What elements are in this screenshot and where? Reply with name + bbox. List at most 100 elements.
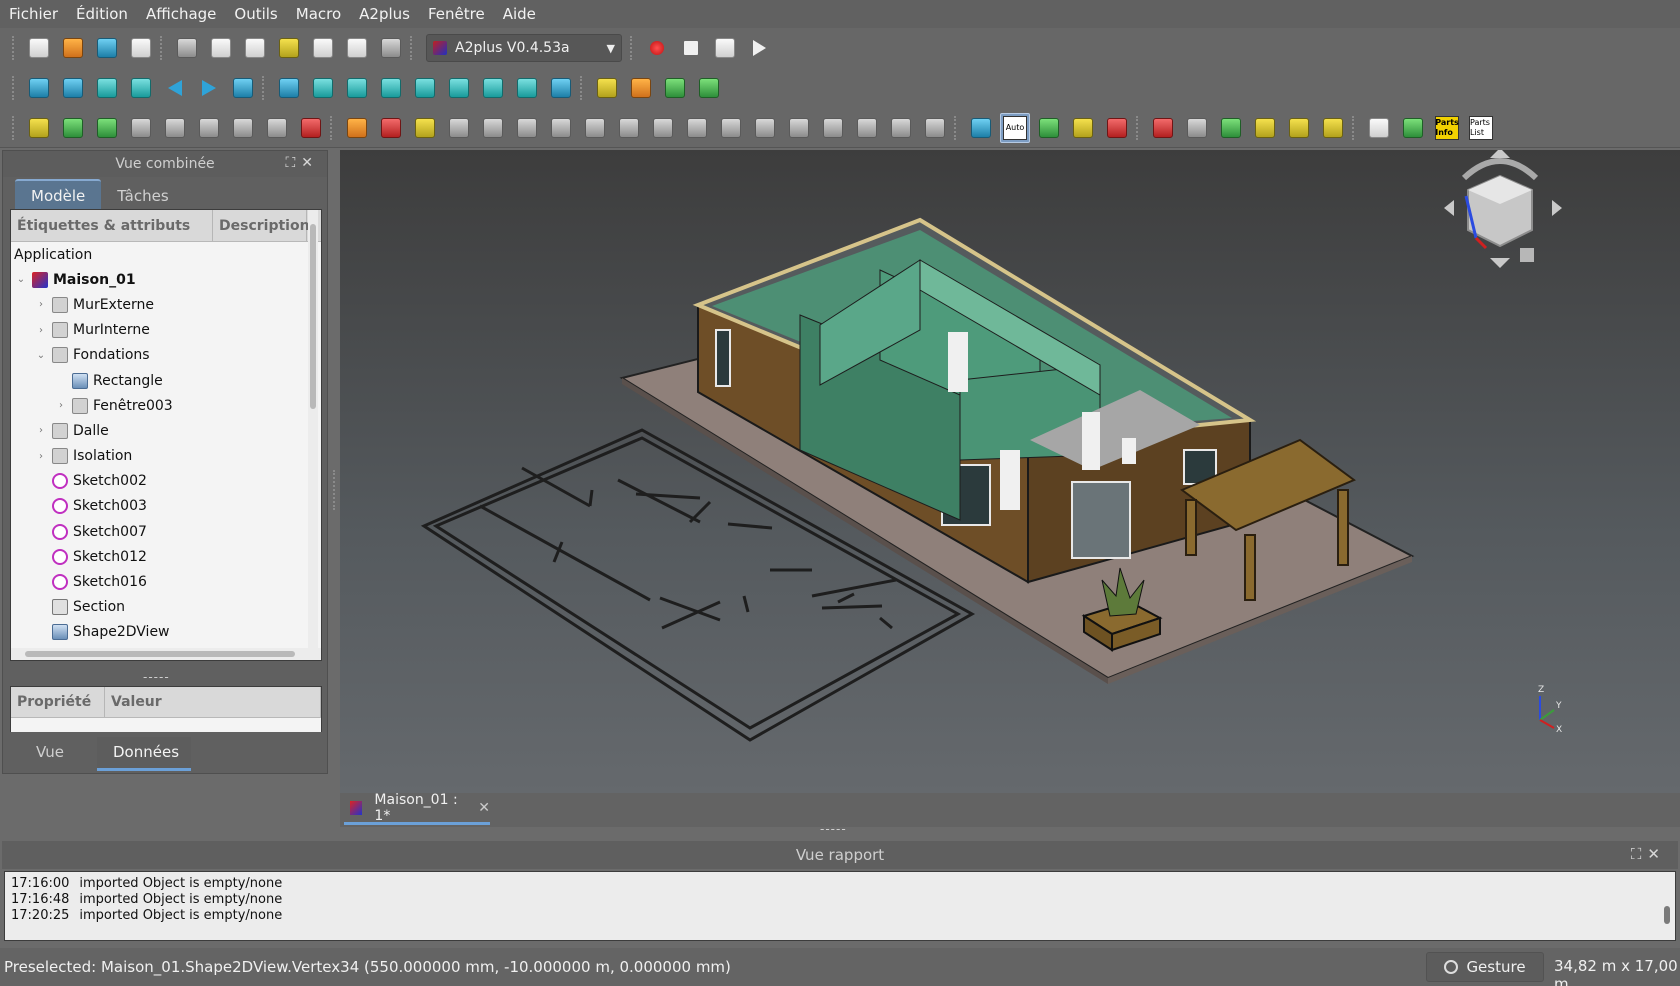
horizontal-splitter[interactable]: ----- bbox=[820, 822, 847, 836]
flip-direction-button[interactable] bbox=[1034, 113, 1064, 143]
constraint-perpendicular-button[interactable] bbox=[750, 113, 780, 143]
tree-vscrollbar[interactable] bbox=[308, 210, 318, 650]
measure-button[interactable] bbox=[546, 73, 576, 103]
print-button[interactable] bbox=[126, 33, 156, 63]
show-all-button[interactable] bbox=[1318, 113, 1348, 143]
constraint-point-on-plane-button[interactable] bbox=[410, 113, 440, 143]
top-view-button[interactable] bbox=[376, 73, 406, 103]
forward-button[interactable] bbox=[194, 73, 224, 103]
chevron-right-icon[interactable]: › bbox=[35, 451, 47, 462]
show-connected-button[interactable] bbox=[1102, 113, 1132, 143]
toggle-transparency-button[interactable] bbox=[1216, 113, 1246, 143]
menu-affichage[interactable]: Affichage bbox=[137, 0, 225, 28]
menu-macro[interactable]: Macro bbox=[287, 0, 350, 28]
delete-constraints-button[interactable] bbox=[296, 113, 326, 143]
tree-item-sketch012[interactable]: Sketch012 bbox=[11, 544, 321, 569]
paste-button[interactable] bbox=[240, 33, 270, 63]
open-button[interactable] bbox=[58, 33, 88, 63]
tree-item-murexterne[interactable]: › MurExterne bbox=[11, 292, 321, 317]
constraint-angle-button[interactable] bbox=[580, 113, 610, 143]
chevron-right-icon[interactable]: › bbox=[35, 299, 47, 310]
constraint-angled-planes-button[interactable] bbox=[784, 113, 814, 143]
tree-item-fenêtre003[interactable]: › Fenêtre003 bbox=[11, 393, 321, 418]
tree-root-application[interactable]: Application bbox=[11, 242, 321, 267]
bottom-view-button[interactable] bbox=[478, 73, 508, 103]
fit-selection-button[interactable] bbox=[58, 73, 88, 103]
report-view[interactable]: 17:16:00 imported Object is empty/none 17… bbox=[4, 871, 1676, 941]
tree-item-rectangle[interactable]: Rectangle bbox=[11, 368, 321, 393]
parts-info-button[interactable]: Parts Info bbox=[1432, 113, 1462, 143]
redo-button[interactable] bbox=[308, 33, 338, 63]
chevron-down-icon[interactable]: ⌄ bbox=[15, 274, 27, 285]
repair-tree-button[interactable] bbox=[1148, 113, 1178, 143]
chevron-down-icon[interactable]: ⌄ bbox=[35, 350, 47, 361]
rear-view-button[interactable] bbox=[444, 73, 474, 103]
float-icon[interactable]: ⛶ bbox=[1631, 845, 1648, 863]
close-icon[interactable]: ✕ bbox=[1647, 845, 1666, 863]
standard-views-button[interactable] bbox=[274, 73, 304, 103]
fix-part-button[interactable] bbox=[262, 113, 292, 143]
macro-run-button[interactable] bbox=[744, 33, 774, 63]
bounding-box-button[interactable] bbox=[126, 73, 156, 103]
link-button[interactable] bbox=[660, 73, 690, 103]
toolbar-grip[interactable] bbox=[12, 76, 16, 100]
new-document-button[interactable] bbox=[24, 33, 54, 63]
constraint-point-on-line-button[interactable] bbox=[376, 113, 406, 143]
menu-edition[interactable]: Édition bbox=[67, 0, 137, 28]
add-part-button[interactable] bbox=[24, 113, 54, 143]
save-button[interactable] bbox=[92, 33, 122, 63]
view-menu-icon[interactable] bbox=[1520, 248, 1534, 262]
constraint-delete-button[interactable] bbox=[444, 113, 474, 143]
toolbar-grip[interactable] bbox=[12, 115, 16, 140]
model-tree[interactable]: Étiquettes & attributs Description Appli… bbox=[10, 209, 322, 661]
tab-modele[interactable]: Modèle bbox=[15, 179, 102, 211]
scroll-thumb[interactable] bbox=[310, 224, 316, 409]
menu-outils[interactable]: Outils bbox=[225, 0, 286, 28]
macro-edit-button[interactable] bbox=[710, 33, 740, 63]
tree-item-fondations[interactable]: ⌄ Fondations bbox=[11, 343, 321, 368]
refresh-button[interactable] bbox=[342, 33, 372, 63]
scroll-thumb[interactable] bbox=[25, 651, 295, 657]
tree-col-labels[interactable]: Étiquettes & attributs bbox=[11, 210, 213, 241]
menu-fichier[interactable]: Fichier bbox=[0, 0, 67, 28]
label-button[interactable] bbox=[1284, 113, 1314, 143]
constraint-planes-parallel-button[interactable] bbox=[818, 113, 848, 143]
tab-taches[interactable]: Tâches bbox=[101, 181, 184, 211]
tree-item-section[interactable]: Section bbox=[11, 595, 321, 620]
isometric-view-button[interactable] bbox=[308, 73, 338, 103]
tree-item-sketch007[interactable]: Sketch007 bbox=[11, 519, 321, 544]
cut-button[interactable] bbox=[172, 33, 202, 63]
left-view-button[interactable] bbox=[512, 73, 542, 103]
scroll-thumb[interactable] bbox=[1664, 906, 1670, 924]
tree-item-sketch002[interactable]: Sketch002 bbox=[11, 469, 321, 494]
constraint-sphere-button[interactable] bbox=[920, 113, 950, 143]
constraint-circle-button[interactable] bbox=[478, 113, 508, 143]
duplicate-part-button[interactable] bbox=[160, 113, 190, 143]
search-constraints-button[interactable] bbox=[1182, 113, 1212, 143]
create-group-button[interactable] bbox=[626, 73, 656, 103]
rotate-right-icon[interactable] bbox=[1552, 200, 1562, 216]
tree-item-isolation[interactable]: › Isolation bbox=[11, 444, 321, 469]
rotate-down-icon[interactable] bbox=[1490, 258, 1510, 268]
constraint-center-of-mass-button[interactable] bbox=[886, 113, 916, 143]
tree-item-murinterne[interactable]: › MurInterne bbox=[11, 318, 321, 343]
tree-item-sketch016[interactable]: Sketch016 bbox=[11, 569, 321, 594]
copy-button[interactable] bbox=[206, 33, 236, 63]
auto-solve-toggle[interactable]: Auto bbox=[1000, 112, 1030, 143]
back-button[interactable] bbox=[160, 73, 190, 103]
bom-button[interactable] bbox=[1364, 113, 1394, 143]
constraint-parallel-button[interactable] bbox=[682, 113, 712, 143]
create-part-button[interactable] bbox=[592, 73, 622, 103]
3d-viewport[interactable]: Z Y X bbox=[340, 150, 1680, 793]
navigation-style-button[interactable]: Gesture bbox=[1426, 952, 1544, 982]
rotate-up-icon[interactable] bbox=[1490, 150, 1510, 158]
prop-col-property[interactable]: Propriété bbox=[11, 687, 105, 717]
edit-part-button[interactable] bbox=[194, 113, 224, 143]
tree-item-shape2dview[interactable]: Shape2DView bbox=[11, 620, 321, 645]
constraint-axis-button[interactable] bbox=[512, 113, 542, 143]
float-icon[interactable]: ⛶ bbox=[285, 155, 301, 171]
front-view-button[interactable] bbox=[342, 73, 372, 103]
whats-this-button[interactable] bbox=[376, 33, 406, 63]
macro-record-button[interactable] bbox=[642, 33, 672, 63]
constraint-coaxial-button[interactable] bbox=[614, 113, 644, 143]
